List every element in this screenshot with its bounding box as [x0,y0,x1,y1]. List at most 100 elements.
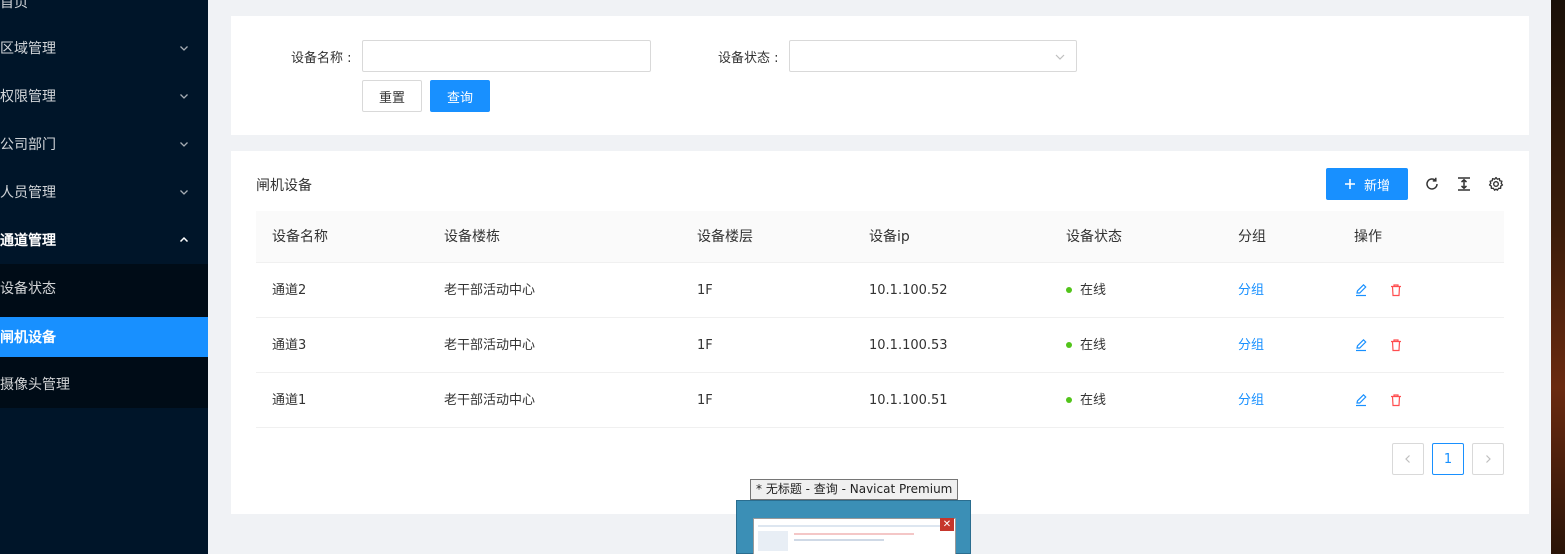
reset-button[interactable]: 重置 [362,80,422,112]
sidebar-item-label: 闸机设备 [0,330,56,346]
page-1-button[interactable]: 1 [1432,443,1464,475]
status-text: 在线 [1080,283,1107,298]
edit-icon[interactable] [1353,392,1369,408]
status-dot [1066,396,1072,403]
add-button-label: 新增 [1363,178,1390,194]
taskbar-thumbnail[interactable]: ✕ [736,500,971,554]
setting-icon[interactable] [1487,175,1505,193]
table-row: 通道1 老干部活动中心 1F 10.1.100.51 在线 分组 [256,373,1504,428]
sidebar-item-label: 公司部门 [0,137,56,153]
sidebar-item-personnel[interactable]: 人员管理 [0,172,208,212]
main-content: 设备名称 : 设备状态 : 重置 查询 闸机设备 新增 设备名称 设备楼栋 设备… [208,0,1565,554]
query-button-label: 查询 [446,90,473,106]
table-title: 闸机设备 [256,178,312,194]
sidebar-item-device-status[interactable]: 设备状态 [0,268,208,308]
device-status-select[interactable] [789,40,1077,72]
sidebar-item-label: 设备状态 [0,281,56,297]
delete-icon[interactable] [1388,392,1404,408]
cell-device-name: 通道2 [272,283,307,298]
preview-editor-line [794,539,884,541]
status-text: 在线 [1080,393,1107,408]
device-name-input[interactable] [362,40,651,72]
sidebar-item-label: 通道管理 [0,233,56,249]
cell-device-name: 通道3 [272,338,307,353]
device-status-label: 设备状态 : [718,51,779,66]
sidebar-item-gate-device[interactable]: 闸机设备 [0,317,208,357]
cell-floor: 1F [697,283,713,298]
column-header: 设备楼层 [697,229,753,245]
sidebar-item-label: 摄像头管理 [0,377,70,393]
sidebar-item-label: 区域管理 [0,41,56,57]
prev-page-button[interactable] [1392,443,1424,475]
sidebar: 首页 区域管理 权限管理 公司部门 人员管理 通道管理 设备状态 闸机设备 摄像… [0,0,208,554]
app-root: 首页 区域管理 权限管理 公司部门 人员管理 通道管理 设备状态 闸机设备 摄像… [0,0,1565,554]
column-header: 操作 [1354,229,1382,245]
preview-editor-line [794,533,914,535]
sidebar-item-area[interactable]: 区域管理 [0,28,208,68]
sidebar-item-home[interactable]: 首页 [0,0,208,22]
column-header: 设备ip [869,229,910,245]
table-panel: 闸机设备 新增 设备名称 设备楼栋 设备楼层 设备ip 设备状态 分组 操作 通… [231,151,1529,514]
chevron-up-icon [178,234,190,246]
column-header: 设备楼栋 [444,229,500,245]
search-panel: 设备名称 : 设备状态 : 重置 查询 [231,16,1529,135]
preview-tree [758,531,788,551]
cell-floor: 1F [697,393,713,408]
sidebar-item-permission[interactable]: 权限管理 [0,76,208,116]
column-header: 设备名称 [272,229,328,245]
cell-device-name: 通道1 [272,393,307,408]
device-name-field[interactable] [363,41,650,71]
cell-ip: 10.1.100.52 [869,283,948,298]
close-icon[interactable]: ✕ [940,518,954,531]
chevron-right-icon [1483,454,1493,464]
delete-icon[interactable] [1388,337,1404,353]
group-link[interactable]: 分组 [1238,263,1264,318]
next-page-button[interactable] [1472,443,1504,475]
plus-icon [1344,178,1356,190]
device-name-label: 设备名称 : [291,51,352,66]
cell-building: 老干部活动中心 [444,338,536,353]
sidebar-item-camera[interactable]: 摄像头管理 [0,364,208,404]
chevron-down-icon [178,186,190,198]
cell-status: 在线 [1066,373,1106,428]
cell-building: 老干部活动中心 [444,283,536,298]
reload-icon[interactable] [1423,175,1441,193]
chevron-down-icon [178,42,190,54]
cell-floor: 1F [697,338,713,353]
table-row: 通道2 老干部活动中心 1F 10.1.100.52 在线 分组 [256,263,1504,318]
page-number: 1 [1443,451,1453,467]
thumbnail-window-preview [753,518,956,554]
column-height-icon[interactable] [1455,175,1473,193]
edit-icon[interactable] [1353,337,1369,353]
sidebar-item-label: 权限管理 [0,89,56,105]
cell-ip: 10.1.100.53 [869,338,948,353]
table-row: 通道3 老干部活动中心 1F 10.1.100.53 在线 分组 [256,318,1504,373]
sidebar-item-channel[interactable]: 通道管理 [0,220,208,260]
cell-ip: 10.1.100.51 [869,393,948,408]
sidebar-item-label: 首页 [0,0,28,11]
chevron-left-icon [1403,454,1413,464]
edit-icon[interactable] [1353,282,1369,298]
cell-status: 在线 [1066,318,1106,373]
table-header: 设备名称 设备楼栋 设备楼层 设备ip 设备状态 分组 操作 [256,211,1504,263]
delete-icon[interactable] [1388,282,1404,298]
group-link[interactable]: 分组 [1238,373,1264,428]
sidebar-item-label: 人员管理 [0,185,56,201]
preview-toolbar [758,525,948,527]
add-button[interactable]: 新增 [1326,168,1408,200]
column-header: 分组 [1238,229,1266,245]
status-text: 在线 [1080,338,1107,353]
group-link[interactable]: 分组 [1238,318,1264,373]
cell-status: 在线 [1066,263,1106,318]
status-dot [1066,286,1072,293]
chevron-down-icon [1054,51,1066,63]
query-button[interactable]: 查询 [430,80,490,112]
sidebar-item-department[interactable]: 公司部门 [0,124,208,164]
status-dot [1066,341,1072,348]
reset-button-label: 重置 [378,90,405,106]
cell-building: 老干部活动中心 [444,393,536,408]
chevron-down-icon [178,138,190,150]
chevron-down-icon [178,90,190,102]
desktop-background-edge [1551,0,1565,554]
taskbar-thumbnail-title: * 无标题 - 查询 - Navicat Premium [750,479,959,500]
